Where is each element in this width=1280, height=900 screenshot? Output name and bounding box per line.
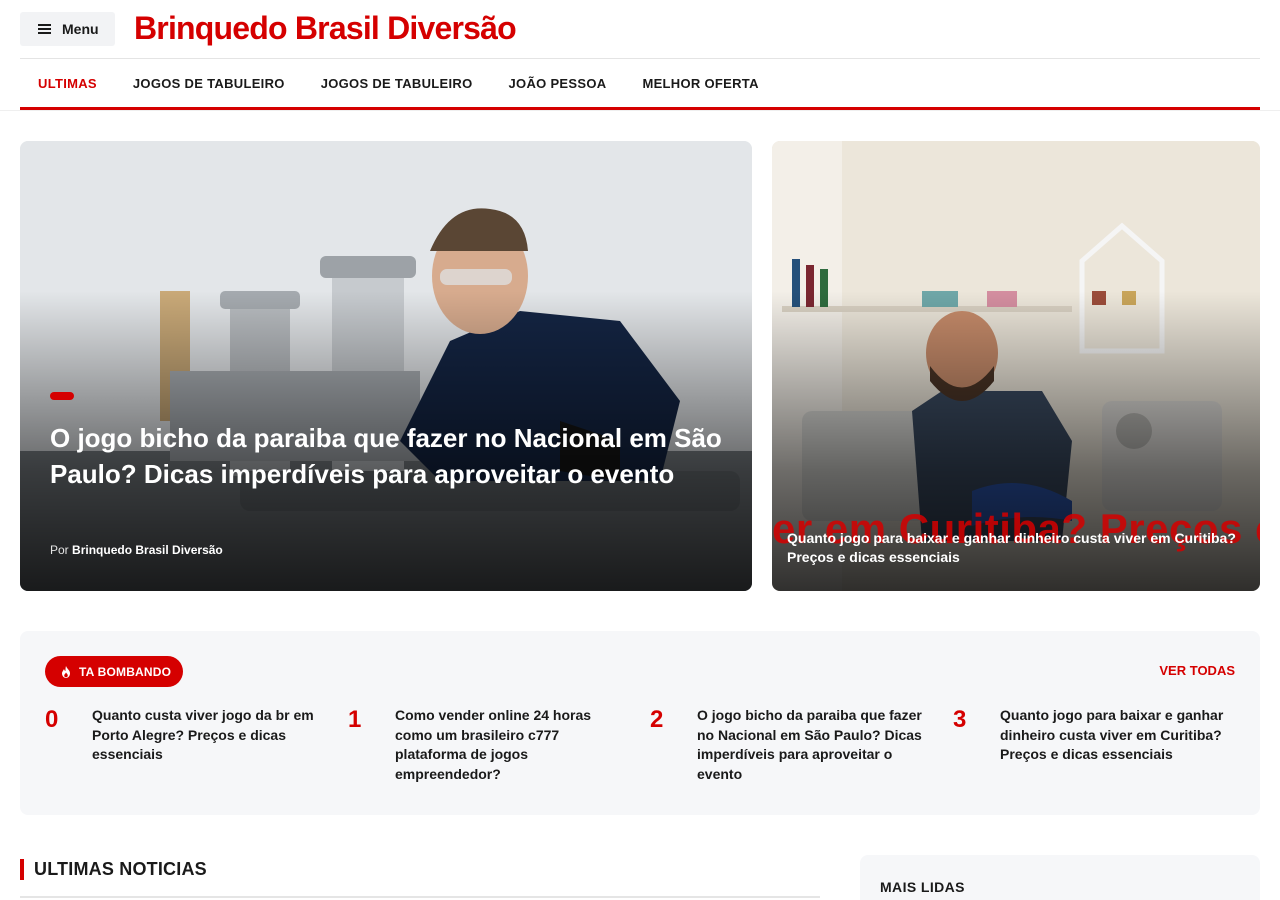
side-title[interactable]: Quanto jogo para baixar e ganhar dinheir… bbox=[787, 529, 1247, 567]
menu-label: Menu bbox=[62, 21, 99, 37]
trending-title[interactable]: Quanto jogo para baixar e ganhar dinheir… bbox=[1000, 706, 1230, 765]
latest-news-heading: ULTIMAS NOTICIAS bbox=[34, 859, 207, 879]
menu-button[interactable]: Menu bbox=[20, 12, 115, 46]
nav-item-joao-pessoa[interactable]: JOÃO PESSOA bbox=[509, 76, 607, 91]
trending-rank: 0 bbox=[45, 706, 59, 733]
trending-rank: 2 bbox=[650, 706, 664, 733]
byline-prefix: Por bbox=[50, 543, 69, 557]
nav-item-jogos-de-tabuleiro[interactable]: JOGOS DE TABULEIRO bbox=[133, 76, 285, 91]
trending-rank: 1 bbox=[348, 706, 362, 733]
most-read-panel: MAIS LIDAS bbox=[860, 855, 1260, 900]
latest-divider bbox=[20, 896, 820, 898]
most-read-heading: MAIS LIDAS bbox=[880, 879, 965, 895]
featured-article-main[interactable]: O jogo bicho da paraiba que fazer no Nac… bbox=[20, 141, 752, 591]
main-nav: ULTIMAS JOGOS DE TABULEIRO JOGOS DE TABU… bbox=[20, 59, 1260, 107]
latest-accent-bar bbox=[20, 859, 24, 880]
trending-badge[interactable]: TA BOMBANDO bbox=[45, 656, 183, 687]
category-tag[interactable] bbox=[50, 392, 74, 400]
nav-shadow bbox=[0, 110, 1280, 111]
nav-item-jogos-de-tabuleiro-2[interactable]: JOGOS DE TABULEIRO bbox=[321, 76, 473, 91]
trending-section: TA BOMBANDO VER TODAS 0 Quanto custa viv… bbox=[20, 631, 1260, 815]
featured-byline: Por Brinquedo Brasil Diversão bbox=[50, 543, 223, 557]
nav-item-melhor-oferta[interactable]: MELHOR OFERTA bbox=[642, 76, 758, 91]
site-title[interactable]: Brinquedo Brasil Diversão bbox=[134, 10, 517, 47]
site-header: Menu Brinquedo Brasil Diversão bbox=[0, 0, 1280, 58]
trending-title[interactable]: Quanto custa viver jogo da br em Porto A… bbox=[92, 706, 322, 765]
trending-rank: 3 bbox=[953, 706, 967, 733]
fire-icon bbox=[62, 665, 70, 678]
trending-badge-label: TA BOMBANDO bbox=[79, 664, 172, 679]
featured-article-side[interactable]: er em Curitiba? Preços e Quanto jogo par… bbox=[772, 141, 1260, 591]
trending-title[interactable]: Como vender online 24 horas como um bras… bbox=[395, 706, 625, 784]
hamburger-icon bbox=[38, 24, 51, 34]
byline-author[interactable]: Brinquedo Brasil Diversão bbox=[72, 543, 223, 557]
featured-title[interactable]: O jogo bicho da paraiba que fazer no Nac… bbox=[50, 420, 740, 492]
trending-title[interactable]: O jogo bicho da paraiba que fazer no Nac… bbox=[697, 706, 927, 784]
see-all-link[interactable]: VER TODAS bbox=[1159, 663, 1235, 678]
nav-item-ultimas[interactable]: ULTIMAS bbox=[38, 76, 97, 91]
